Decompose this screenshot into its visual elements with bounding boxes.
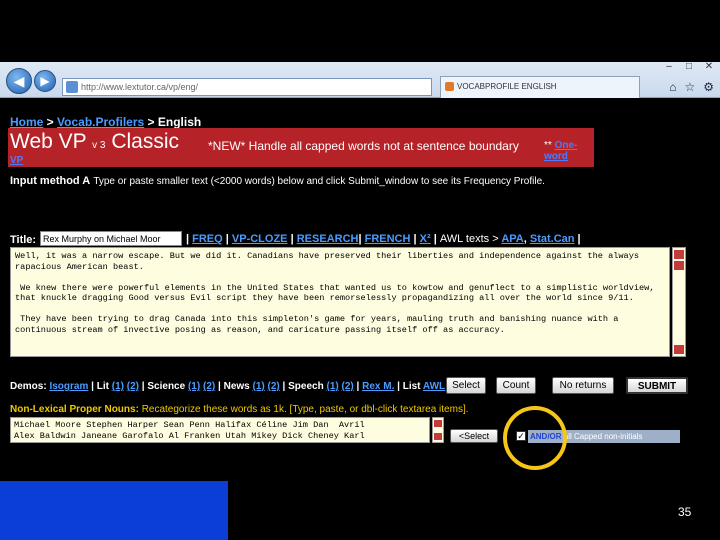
browser-tools: ⌂ ☆ ⚙ — [669, 80, 714, 94]
demo-news-1-link[interactable]: (1) — [253, 381, 265, 392]
research-link[interactable]: RESEARCH — [297, 233, 359, 245]
demos-links: Demos: Isogram | Lit (1) (2) | Science (… — [10, 381, 446, 392]
breadcrumb-home-link[interactable]: Home — [10, 115, 43, 129]
demo-isogram-link[interactable]: Isogram — [49, 381, 88, 392]
demo-speech-label: Speech — [288, 381, 324, 392]
close-icon[interactable]: ✕ — [702, 62, 716, 72]
window-controls: – □ ✕ — [662, 62, 716, 74]
input-method-text: Type or paste smaller text (<2000 words)… — [93, 176, 545, 187]
breadcrumb-separator: > — [43, 115, 58, 129]
demos-row: Demos: Isogram | Lit (1) (2) | Science (… — [10, 377, 710, 399]
and-or-description: all Capped non-initials — [563, 432, 643, 441]
input-method-line: Input method A Type or paste smaller tex… — [10, 175, 545, 187]
vp-link[interactable]: VP — [10, 155, 23, 166]
demo-speech-1-link[interactable]: (1) — [326, 381, 338, 392]
minimize-icon[interactable]: – — [662, 62, 676, 72]
proper-nouns-textarea[interactable]: Michael Moore Stephen Harper Sean Penn H… — [10, 417, 430, 443]
freq-link[interactable]: FREQ — [192, 233, 223, 245]
slide: ◀ ▶ http://www.lextutor.ca/vp/eng/ ⌄ ↻ ✕… — [0, 0, 720, 540]
maximize-icon[interactable]: □ — [682, 62, 696, 72]
scroll-thumb[interactable] — [674, 261, 684, 270]
banner-version: v 3 — [92, 140, 106, 151]
vp-cloze-link[interactable]: VP-CLOZE — [232, 233, 288, 245]
demo-science-2-link[interactable]: (2) — [203, 381, 215, 392]
scroll-up-icon[interactable] — [434, 420, 442, 427]
breadcrumb-vocabprofilers-link[interactable]: Vocab.Profilers — [57, 115, 144, 129]
demo-news-2-link[interactable]: (2) — [268, 381, 280, 392]
highlight-circle — [503, 406, 567, 470]
statcan-link[interactable]: Stat.Can — [530, 233, 575, 245]
tab-title: VOCABPROFILE ENGLISH — [457, 82, 557, 91]
non-lexical-instruction: Recategorize these words as 1k. [Type, p… — [141, 404, 469, 415]
gear-icon[interactable]: ⚙ — [703, 80, 714, 94]
input-method-label: Input method A — [10, 175, 91, 187]
demo-science-1-link[interactable]: (1) — [188, 381, 200, 392]
demo-lit-1-link[interactable]: (1) — [112, 381, 124, 392]
awl-texts-label: AWL texts > — [439, 233, 499, 245]
new-notice: *NEW* Handle all capped words not at sen… — [208, 139, 519, 153]
browser-toolbar: ◀ ▶ http://www.lextutor.ca/vp/eng/ ⌄ ↻ ✕… — [0, 62, 720, 124]
address-text: http://www.lextutor.ca/vp/eng/ — [81, 82, 199, 92]
forward-button[interactable]: ▶ — [34, 70, 56, 92]
title-input[interactable]: Rex Murphy on Michael Moor — [40, 231, 182, 246]
breadcrumb-separator: > — [144, 115, 158, 129]
banner-title-text: Web VP — [10, 130, 87, 153]
non-lexical-label: Non-Lexical Proper Nouns: Recategorize t… — [10, 404, 469, 415]
address-bar[interactable]: http://www.lextutor.ca/vp/eng/ ⌄ ↻ ✕ — [62, 78, 455, 124]
link-prefix: ** — [544, 140, 552, 151]
apa-link[interactable]: APA — [501, 233, 523, 245]
slide-number: 35 — [678, 505, 692, 519]
scroll-down-icon[interactable] — [674, 345, 684, 354]
title-label: Title: — [10, 234, 37, 246]
home-icon[interactable]: ⌂ — [669, 80, 676, 94]
proper-nouns-scrollbar[interactable] — [432, 417, 444, 443]
scroll-up-icon[interactable] — [674, 250, 684, 259]
browser-tab[interactable]: VOCABPROFILE ENGLISH — [440, 76, 640, 98]
breadcrumb-current: English — [157, 115, 202, 129]
banner-title: Web VP v 3 Classic — [10, 130, 179, 154]
demo-lit-label: Lit — [96, 381, 109, 392]
demo-news-label: News — [223, 381, 250, 392]
select-proper-nouns-button[interactable]: <Select — [450, 429, 498, 443]
submit-button[interactable]: SUBMIT — [626, 377, 688, 394]
demo-awl-link[interactable]: AWL — [423, 381, 445, 392]
title-banner: Web VP v 3 Classic *NEW* Handle all capp… — [8, 128, 594, 167]
text-area-scrollbar[interactable] — [672, 247, 686, 357]
banner-subtitle: Classic — [111, 130, 179, 153]
favorites-icon[interactable]: ☆ — [684, 80, 695, 94]
slide-blue-box — [0, 481, 228, 540]
x2-link[interactable]: X² — [420, 233, 431, 245]
demo-rexm-link[interactable]: Rex M. — [362, 381, 394, 392]
breadcrumb: Home > Vocab.Profilers > English — [10, 115, 201, 129]
page-icon — [66, 81, 78, 93]
demo-speech-2-link[interactable]: (2) — [342, 381, 354, 392]
select-button[interactable]: Select — [446, 377, 486, 394]
demos-label: Demos: — [10, 381, 47, 392]
nav-links: | FREQ | VP-CLOZE | RESEARCH| FRENCH | X… — [186, 233, 581, 245]
count-button[interactable]: Count — [496, 377, 536, 394]
web-page: Home > Vocab.Profilers > English Web VP … — [0, 99, 720, 470]
no-returns-button[interactable]: No returns — [552, 377, 614, 394]
one-word-link-wrap: ** One-word — [544, 140, 594, 162]
french-link[interactable]: FRENCH — [365, 233, 411, 245]
back-button[interactable]: ◀ — [6, 68, 32, 94]
demo-science-label: Science — [147, 381, 186, 392]
demo-list-label: List — [402, 381, 421, 392]
text-input-area[interactable]: Well, it was a narrow escape. But we did… — [10, 247, 670, 357]
non-lexical-title: Non-Lexical Proper Nouns: — [10, 404, 139, 415]
scroll-down-icon[interactable] — [434, 433, 442, 440]
tab-favicon-icon — [445, 82, 454, 91]
demo-lit-2-link[interactable]: (2) — [127, 381, 139, 392]
